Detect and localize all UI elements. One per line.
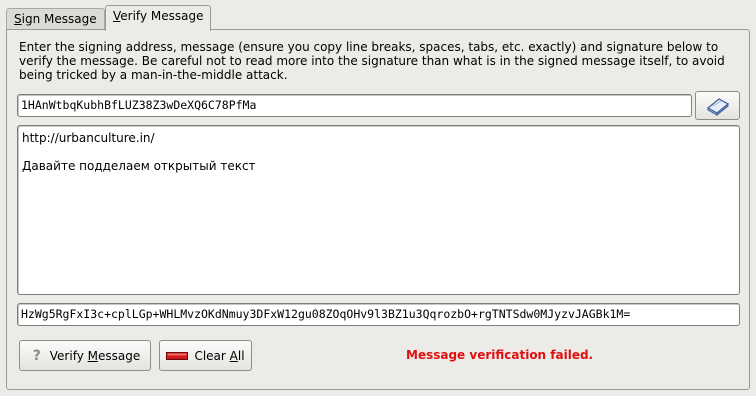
verify-message-button[interactable]: ? Verify Message [19, 340, 151, 371]
tab-verify-label: erify Message [120, 9, 204, 23]
instructions-text: Enter the signing address, message (ensu… [19, 40, 725, 82]
message-textarea[interactable]: http://urbanculture.in/ Давайте подделае… [17, 125, 740, 295]
message-line: http://urbanculture.in/ [22, 131, 155, 145]
signing-address-input[interactable]: 1HAnWtbqKubhBfLUZ38Z3wDeXQ6C78PfMa [17, 94, 692, 117]
tab-sign-mnemonic: S [14, 12, 22, 26]
message-line: Давайте подделаем открытый текст [22, 159, 256, 173]
verification-status: Message verification failed. [406, 348, 594, 362]
address-book-button[interactable] [695, 91, 740, 120]
verify-label-rest: essage [97, 348, 141, 363]
question-mark-icon: ? [32, 347, 41, 364]
verify-label-mnemonic: M [87, 348, 98, 363]
clear-label-prefix: Clear [194, 348, 230, 363]
tab-sign-label: ign Message [21, 12, 97, 26]
verify-button-label: Verify Message [50, 349, 140, 363]
clear-label-rest: ll [237, 348, 245, 363]
tab-verify-message[interactable]: Verify Message [105, 5, 212, 31]
clear-all-button[interactable]: Clear All [159, 340, 252, 371]
clear-button-label: Clear All [194, 349, 244, 363]
tab-sign-message[interactable]: Sign Message [6, 8, 105, 30]
address-book-icon [706, 97, 729, 116]
clear-label-mnemonic: A [229, 348, 238, 363]
eraser-icon [166, 351, 189, 360]
signature-input[interactable]: HzWg5RgFxI3c+cplLGp+WHLMvzOKdNmuy3DFxW12… [17, 303, 740, 326]
verify-label-prefix: Verify [49, 348, 88, 363]
message-line [22, 145, 735, 159]
